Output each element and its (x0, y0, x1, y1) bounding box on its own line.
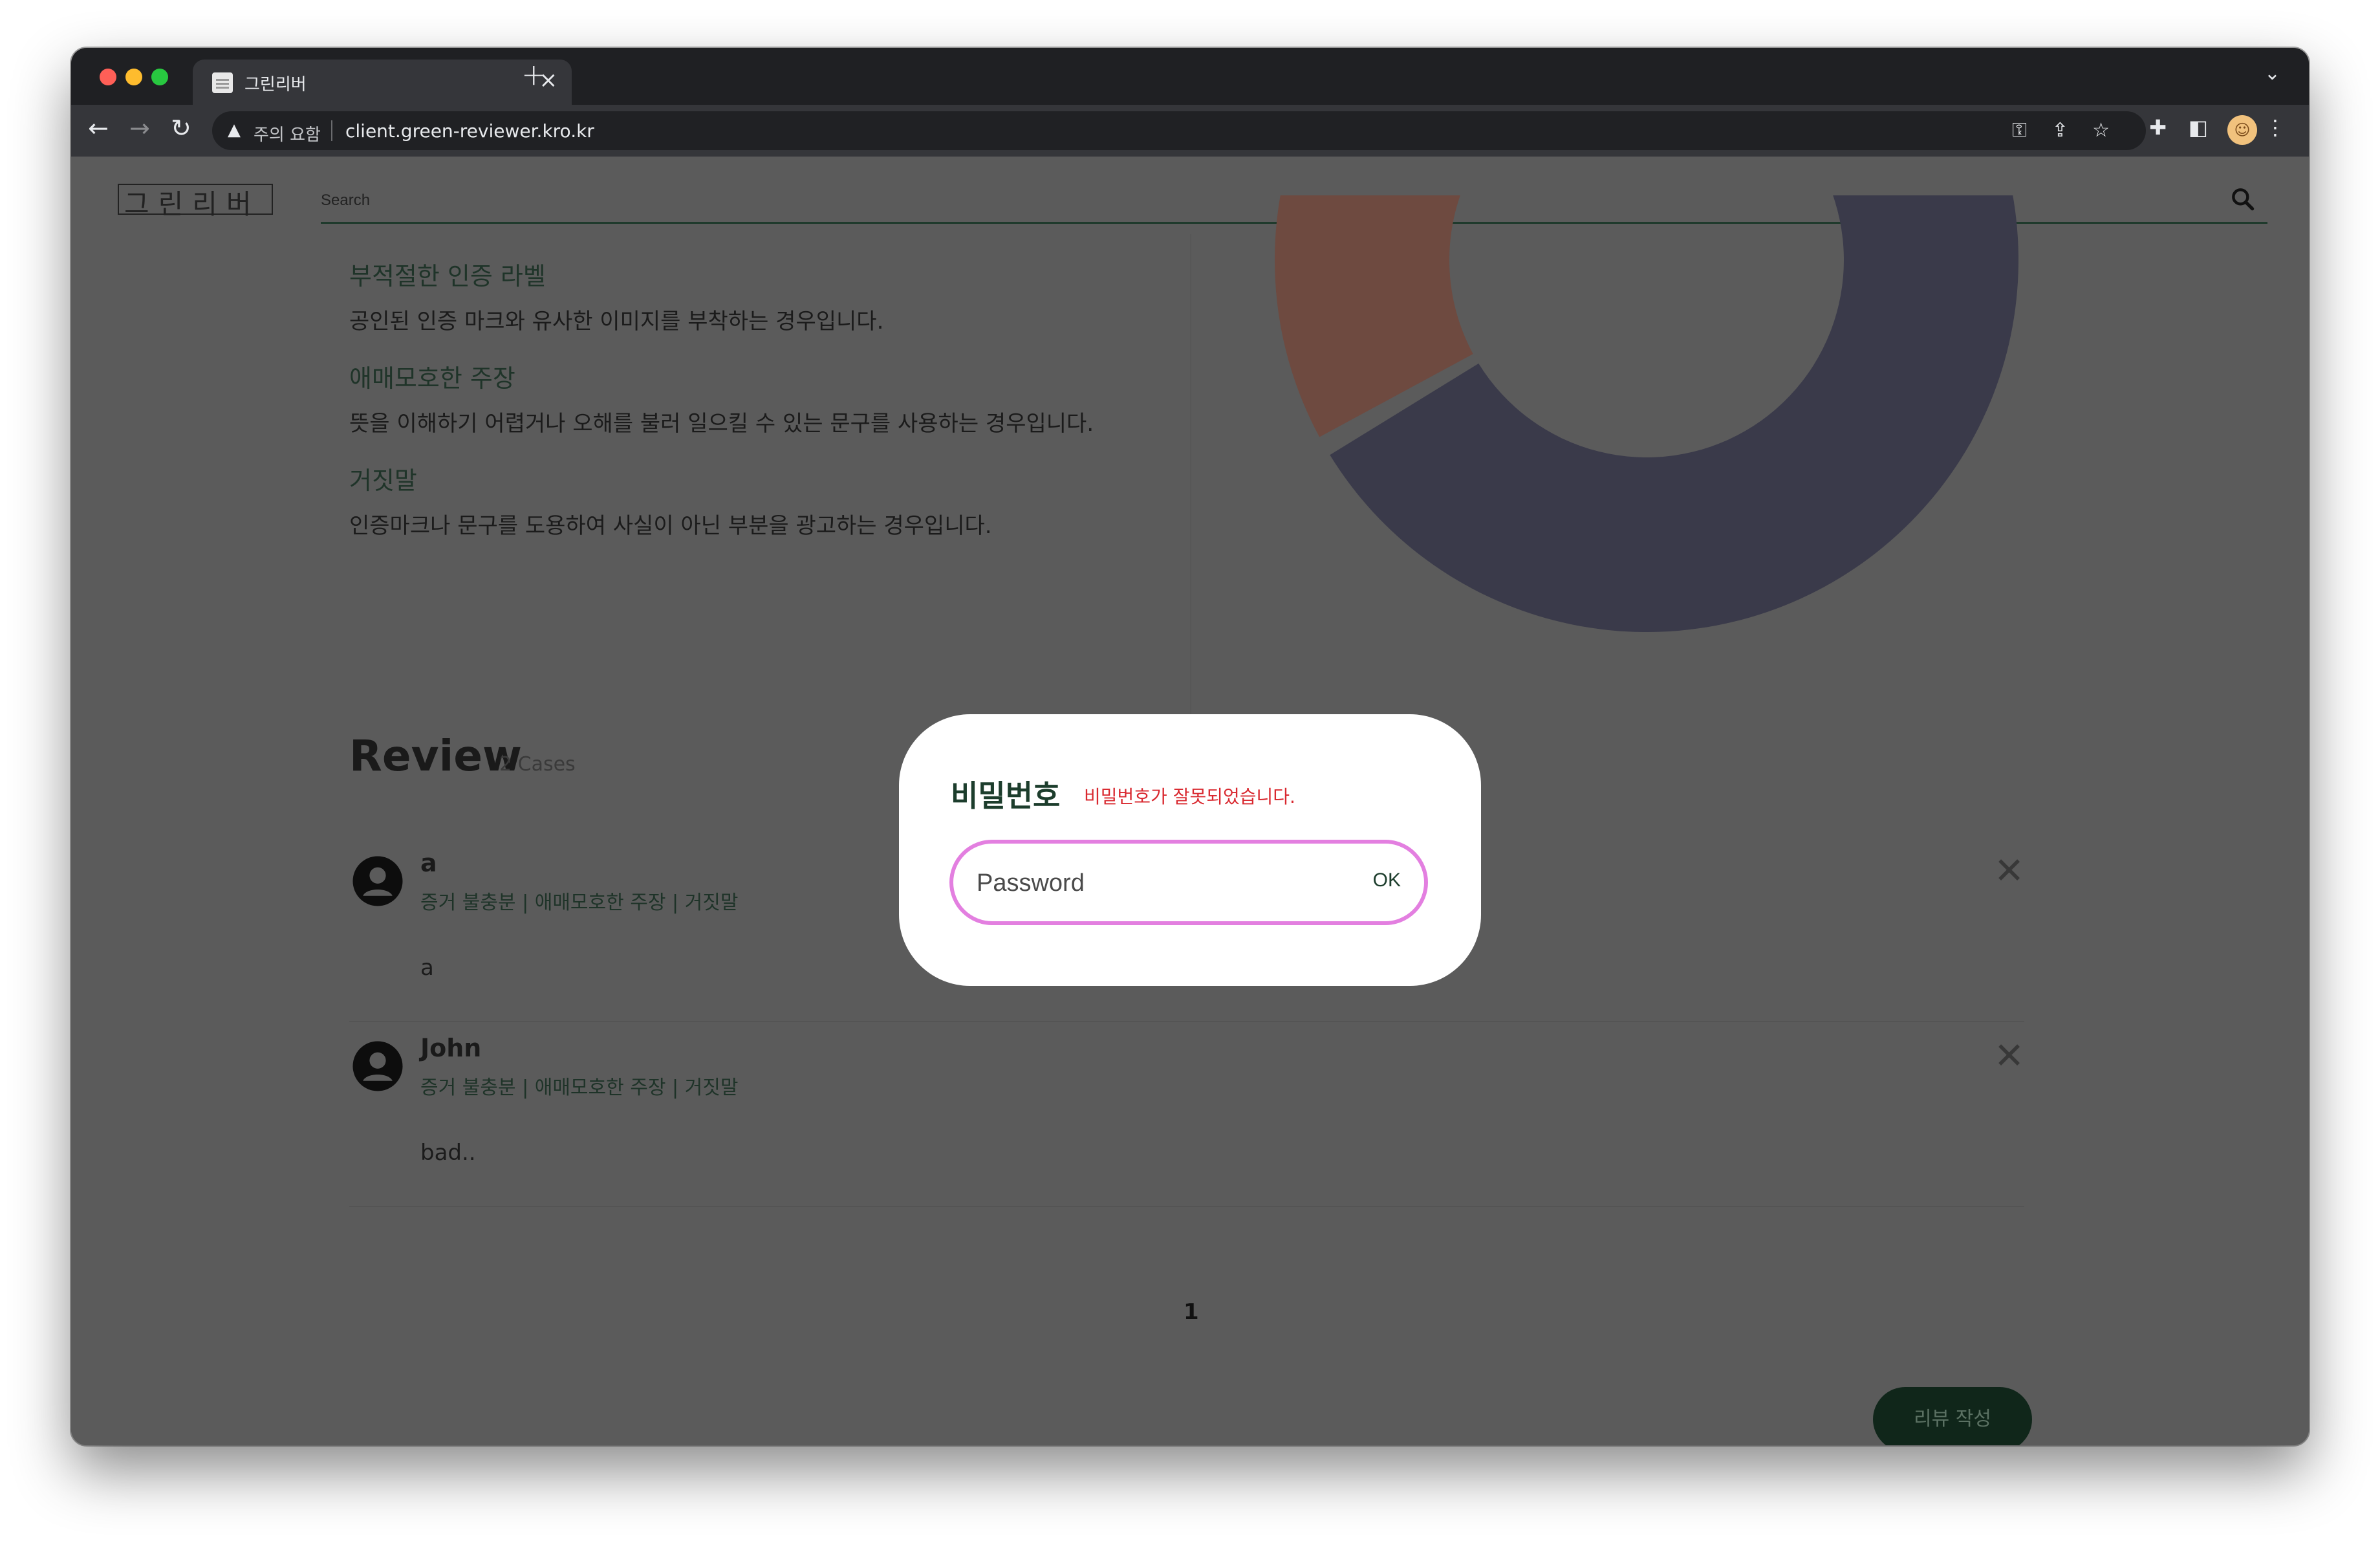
issue-description: 공인된 인증 마크와 유사한 이미지를 부착하는 경우입니다. (349, 309, 884, 334)
review-tags: 증거 불충분 | 애매모호한 주장 | 거짓말 (420, 891, 739, 914)
share-icon[interactable]: ⇪ (2052, 119, 2068, 142)
new-tab-button[interactable]: + (521, 57, 546, 92)
browser-window: 그린리버 × + ⌄ ← → ↻ ▲ 주의 요함 client.green-re… (71, 48, 2309, 1445)
reload-icon[interactable]: ↻ (171, 114, 191, 142)
tab-strip: 그린리버 × + ⌄ (71, 48, 2309, 105)
omnibox-divider (331, 120, 332, 141)
issue-donut-chart (1275, 195, 2018, 632)
key-icon[interactable]: ⚿ (2012, 119, 2027, 142)
warning-icon[interactable]: ▲ (228, 120, 241, 140)
user-avatar-icon (352, 856, 403, 906)
ok-button[interactable]: OK (1373, 869, 1401, 891)
write-review-button[interactable]: 리뷰 작성 (1873, 1387, 2032, 1445)
tab-search-chevron-icon[interactable]: ⌄ (2264, 62, 2280, 85)
modal-title: 비밀번호 (951, 778, 1061, 813)
issue-item-false-claim: 거짓말 인증마크나 문구를 도용하여 사실이 아닌 부분을 광고하는 경우입니다… (349, 461, 992, 540)
search-icon[interactable] (2229, 185, 2257, 213)
issue-description: 인증마크나 문구를 도용하여 사실이 아닌 부분을 광고하는 경우입니다. (349, 513, 992, 539)
profile-avatar[interactable]: ☺ (2227, 115, 2257, 145)
delete-review-icon[interactable]: ✕ (1994, 850, 2024, 892)
delete-review-icon[interactable]: ✕ (1994, 1035, 2024, 1077)
review-author: a (420, 849, 437, 877)
issue-title: 애매모호한 주장 (349, 364, 515, 393)
browser-tab[interactable]: 그린리버 × (193, 60, 572, 105)
issue-title: 부적절한 인증 라벨 (349, 262, 546, 290)
maximize-window-button[interactable] (151, 69, 168, 85)
extensions-puzzle-icon[interactable]: ✚ (2149, 115, 2167, 140)
site-logo[interactable]: 그린리버 (113, 171, 278, 225)
minimize-window-button[interactable] (125, 69, 142, 85)
issue-description: 뜻을 이해하기 어렵거나 오해를 불러 일으킬 수 있는 문구를 사용하는 경우… (349, 411, 1094, 437)
password-input[interactable] (977, 868, 1339, 898)
tab-title: 그린리버 (244, 75, 307, 94)
close-window-button[interactable] (100, 69, 116, 85)
review-tags: 증거 불충분 | 애매모호한 주장 | 거짓말 (420, 1077, 739, 1099)
password-field-wrapper: OK (949, 840, 1428, 925)
password-error-message: 비밀번호가 잘못되었습니다. (1084, 786, 1295, 807)
forward-arrow-icon[interactable]: → (129, 114, 150, 142)
review-item: John 증거 불충분 | 애매모호한 주장 | 거짓말 bad.. ✕ (349, 1022, 2024, 1207)
favicon-icon (212, 72, 233, 93)
web-page: 그린리버 부적절한 인증 라벨 공인된 인증 마크와 유사한 이미지를 부착하는… (71, 157, 2309, 1445)
review-body: a (420, 955, 434, 981)
issue-title: 거짓말 (349, 466, 417, 495)
back-arrow-icon[interactable]: ← (88, 114, 109, 142)
browser-toolbar: ← → ↻ ▲ 주의 요함 client.green-reviewer.kro.… (71, 105, 2309, 157)
issue-item-vague-claim: 애매모호한 주장 뜻을 이해하기 어렵거나 오해를 불러 일으킬 수 있는 문구… (349, 358, 1094, 437)
review-body: bad.. (420, 1140, 476, 1166)
more-menu-icon[interactable]: ⋮ (2265, 115, 2286, 140)
security-label[interactable]: 주의 요함 (254, 122, 321, 146)
user-avatar-icon (352, 1041, 403, 1091)
review-heading: Review (349, 731, 522, 781)
review-author: John (420, 1034, 482, 1062)
logo-text: 그린리버 (124, 188, 261, 220)
url-text[interactable]: client.green-reviewer.kro.kr (345, 120, 594, 142)
side-panel-icon[interactable]: ◧ (2189, 115, 2208, 140)
password-modal: 비밀번호 비밀번호가 잘못되었습니다. OK (899, 714, 1481, 986)
address-bar[interactable]: ▲ 주의 요함 client.green-reviewer.kro.kr ⚿ ⇪… (212, 111, 2146, 150)
review-count: 2 Cases (499, 753, 576, 776)
star-icon[interactable]: ☆ (2092, 119, 2110, 142)
issue-item-certification: 부적절한 인증 라벨 공인된 인증 마크와 유사한 이미지를 부착하는 경우입니… (349, 256, 883, 335)
pagination-page-1[interactable]: 1 (1184, 1299, 1199, 1325)
